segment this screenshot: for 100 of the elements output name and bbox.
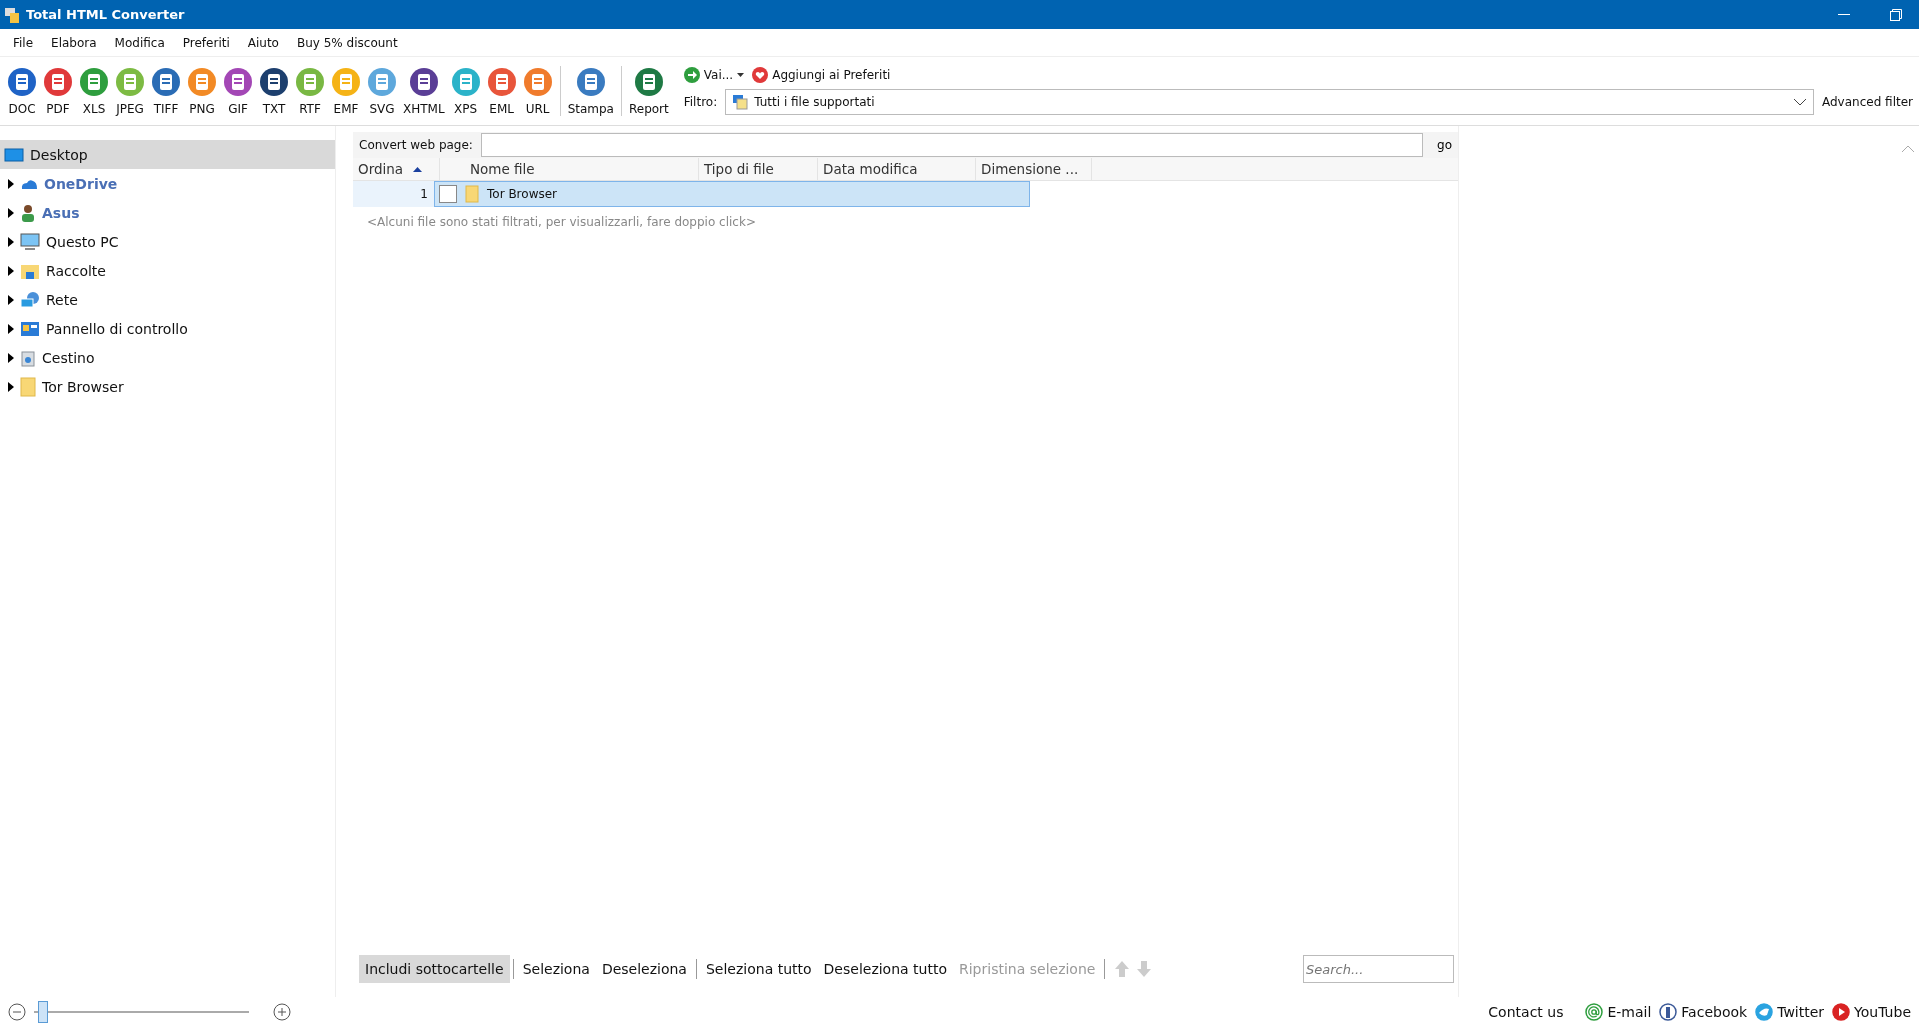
menu-item[interactable]: Preferiti <box>173 35 239 50</box>
document-icon <box>187 66 217 97</box>
web-page-label: Convert web page: <box>359 138 473 152</box>
format-button[interactable]: TXT <box>256 66 292 116</box>
monitor-icon <box>4 146 24 163</box>
expand-arrow-icon <box>8 178 14 189</box>
row-number: 1 <box>353 181 434 207</box>
toggle-button[interactable]: Includi sottocartelle <box>359 955 510 983</box>
format-button[interactable]: XLS <box>76 66 112 116</box>
document-icon <box>151 66 181 97</box>
expand-arrow-icon <box>8 236 14 247</box>
social-link[interactable]: YouTube <box>1832 1003 1911 1021</box>
tree-item[interactable]: Questo PC <box>0 227 335 256</box>
scroll-up-icon[interactable] <box>1901 144 1915 154</box>
sort-up-icon <box>413 166 423 172</box>
document-icon <box>450 66 481 97</box>
social-link[interactable]: E-mail <box>1585 1003 1652 1021</box>
person-icon <box>20 203 36 222</box>
expand-arrow-icon <box>8 294 14 305</box>
tree-item[interactable]: Cestino <box>0 343 335 372</box>
format-button[interactable]: XPS <box>447 66 484 116</box>
format-button[interactable]: PNG <box>184 66 220 116</box>
chevron-down-icon <box>1793 98 1807 106</box>
file-row[interactable]: Tor Browser <box>434 181 1030 207</box>
format-button[interactable]: EML <box>483 66 520 116</box>
menu-item[interactable]: Modifica <box>105 35 174 50</box>
report-button[interactable]: Report <box>625 66 672 116</box>
column-header[interactable]: Data modifica <box>818 158 976 180</box>
expand-arrow-icon <box>8 265 14 276</box>
column-header[interactable]: Dimensione ... <box>976 158 1092 180</box>
files-icon <box>732 94 749 110</box>
slider-thumb[interactable] <box>38 1001 49 1023</box>
control-panel-icon <box>20 320 40 337</box>
action-button[interactable]: Seleziona <box>516 955 596 983</box>
menu-item[interactable]: Elabora <box>42 35 106 50</box>
folder-icon <box>465 185 479 203</box>
filter-dropdown[interactable]: Tutti i file supportati <box>725 89 1814 115</box>
arrow-down-icon[interactable] <box>1136 960 1153 978</box>
document-icon <box>79 66 109 97</box>
document-icon <box>486 66 517 97</box>
tree-item[interactable]: Desktop <box>0 140 335 169</box>
document-icon <box>367 66 397 97</box>
action-button[interactable]: Deseleziona tutto <box>817 955 953 983</box>
menu-item[interactable]: Buy 5% discount <box>287 35 407 50</box>
document-icon <box>259 66 289 97</box>
document-icon <box>223 66 253 97</box>
search-field[interactable]: Search... <box>1303 955 1454 983</box>
tree-item[interactable]: Raccolte <box>0 256 335 285</box>
format-button[interactable]: SVG <box>364 66 400 116</box>
expand-arrow-icon <box>8 381 14 392</box>
restore-icon <box>1890 8 1902 21</box>
column-header[interactable]: Tipo di file <box>699 158 818 180</box>
social-link[interactable]: Facebook <box>1659 1003 1748 1021</box>
folder-icon <box>20 376 36 397</box>
column-header[interactable]: Nome file <box>440 158 699 180</box>
caret-icon <box>737 73 745 77</box>
format-button[interactable]: PDF <box>40 66 76 116</box>
format-button[interactable]: RTF <box>292 66 328 116</box>
document-icon <box>7 66 37 97</box>
document-icon <box>295 66 325 97</box>
format-button[interactable]: TIFF <box>148 66 184 116</box>
window-title: Total HTML Converter <box>26 7 186 22</box>
document-icon <box>522 66 553 97</box>
add-favorites-button[interactable]: Aggiungi ai Preferiti <box>752 67 891 83</box>
column-header[interactable]: Ordina <box>353 158 440 180</box>
arrow-up-icon[interactable] <box>1114 960 1131 978</box>
format-button[interactable]: JPEG <box>112 66 148 116</box>
document-icon <box>115 66 145 97</box>
url-field[interactable] <box>480 133 1424 157</box>
tree-item[interactable]: Asus <box>0 198 335 227</box>
go-button[interactable]: go <box>1431 138 1458 152</box>
minimize-icon <box>1838 13 1850 16</box>
app-icon <box>4 6 20 23</box>
action-button[interactable]: Deseleziona <box>595 955 693 983</box>
format-button[interactable]: URL <box>519 66 556 116</box>
tree-item[interactable]: Rete <box>0 285 335 314</box>
filter-label: Filtro: <box>683 95 718 109</box>
format-button[interactable]: EMF <box>328 66 364 116</box>
zoom-out-icon[interactable] <box>8 1003 26 1021</box>
cloud-icon <box>20 177 38 190</box>
tree-item[interactable]: Tor Browser <box>0 372 335 401</box>
expand-arrow-icon <box>8 352 14 363</box>
advanced-filter-button[interactable]: Advanced filter <box>1822 95 1913 109</box>
action-button[interactable]: Seleziona tutto <box>699 955 818 983</box>
zoom-in-icon[interactable] <box>273 1003 291 1021</box>
monitor-icon <box>20 232 40 251</box>
menu-item[interactable]: File <box>4 35 43 50</box>
print-button[interactable]: Stampa <box>564 66 617 116</box>
row-checkbox[interactable] <box>439 185 457 203</box>
expand-arrow-icon <box>8 207 14 218</box>
menu-item[interactable]: Aiuto <box>238 35 288 50</box>
tree-item[interactable]: Pannello di controllo <box>0 314 335 343</box>
format-button[interactable]: GIF <box>220 66 256 116</box>
format-button[interactable]: DOC <box>4 66 40 116</box>
social-link[interactable]: Twitter <box>1755 1003 1825 1021</box>
tree-item[interactable]: OneDrive <box>0 169 335 198</box>
format-button[interactable]: XHTML <box>400 66 448 116</box>
goto-button[interactable]: Vai... <box>683 67 745 83</box>
document-icon <box>408 66 439 97</box>
filtered-note[interactable]: <Alcuni file sono stati filtrati, per visualizzarli, fare doppio click> <box>353 207 1458 237</box>
